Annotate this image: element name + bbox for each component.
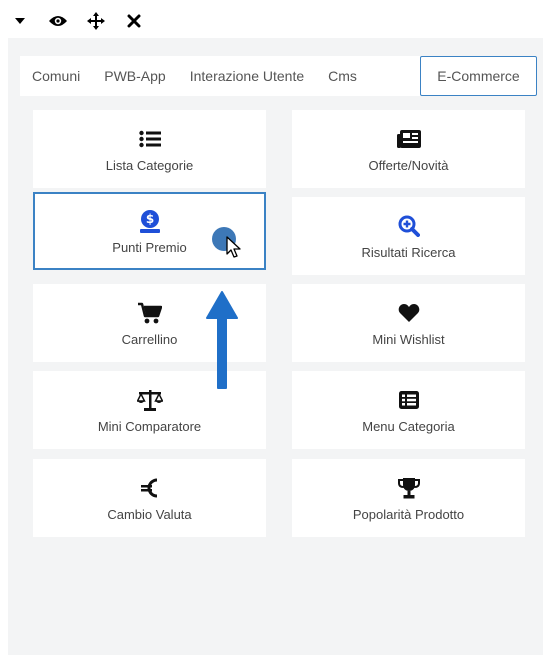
- tile-label: Risultati Ricerca: [361, 244, 456, 260]
- tile-menu-categoria[interactable]: Menu Categoria: [292, 371, 525, 449]
- newspaper-icon: [396, 126, 421, 152]
- eye-icon[interactable]: [46, 9, 70, 33]
- move-icon[interactable]: [84, 9, 108, 33]
- heart-icon: [398, 300, 420, 326]
- widget-panel: Comuni PWB-App Interazione Utente Cms E-…: [0, 0, 543, 655]
- close-icon[interactable]: [122, 9, 146, 33]
- cart-icon: [137, 300, 162, 326]
- caret-down-icon[interactable]: [8, 9, 32, 33]
- trophy-icon: [397, 475, 421, 501]
- tile-mini-wishlist[interactable]: Mini Wishlist: [292, 284, 525, 362]
- tile-label: Menu Categoria: [362, 418, 455, 434]
- tile-popolarita-prodotto[interactable]: Popolarità Prodotto: [292, 459, 525, 537]
- tile-label: Mini Wishlist: [372, 331, 445, 347]
- mouse-pointer-icon: [226, 236, 241, 258]
- tab-comuni[interactable]: Comuni: [20, 56, 92, 96]
- widget-toolbar: [8, 8, 146, 34]
- tab-e-commerce[interactable]: E-Commerce: [420, 56, 537, 96]
- tile-label: Cambio Valuta: [107, 506, 192, 522]
- money-bag-icon: $: [139, 208, 161, 234]
- tile-label: Popolarità Prodotto: [352, 506, 465, 522]
- tile-offerte-novita[interactable]: Offerte/Novità: [292, 110, 525, 188]
- tile-risultati-ricerca[interactable]: Risultati Ricerca: [292, 197, 525, 275]
- tile-label: Carrellino: [121, 331, 178, 347]
- tab-interazione-utente[interactable]: Interazione Utente: [178, 56, 316, 96]
- arrow-up-icon: [206, 291, 238, 389]
- svg-text:$: $: [145, 212, 153, 226]
- list-icon: [138, 126, 161, 152]
- category-tabs: Comuni PWB-App Interazione Utente Cms E-…: [20, 56, 537, 96]
- tile-label: Punti Premio: [112, 239, 187, 255]
- balance-scale-icon: [136, 387, 163, 413]
- tile-label: Lista Categorie: [105, 157, 194, 173]
- tile-cambio-valuta[interactable]: Cambio Valuta: [33, 459, 266, 537]
- tile-label: Mini Comparatore: [97, 418, 202, 434]
- tile-lista-categorie[interactable]: Lista Categorie: [33, 110, 266, 188]
- tile-label: Offerte/Novità: [368, 157, 449, 173]
- euro-icon: [140, 475, 159, 501]
- search-plus-icon: [398, 213, 420, 239]
- tab-cms[interactable]: Cms: [316, 56, 369, 96]
- tab-pwb-app[interactable]: PWB-App: [92, 56, 177, 96]
- list-alt-icon: [398, 387, 419, 413]
